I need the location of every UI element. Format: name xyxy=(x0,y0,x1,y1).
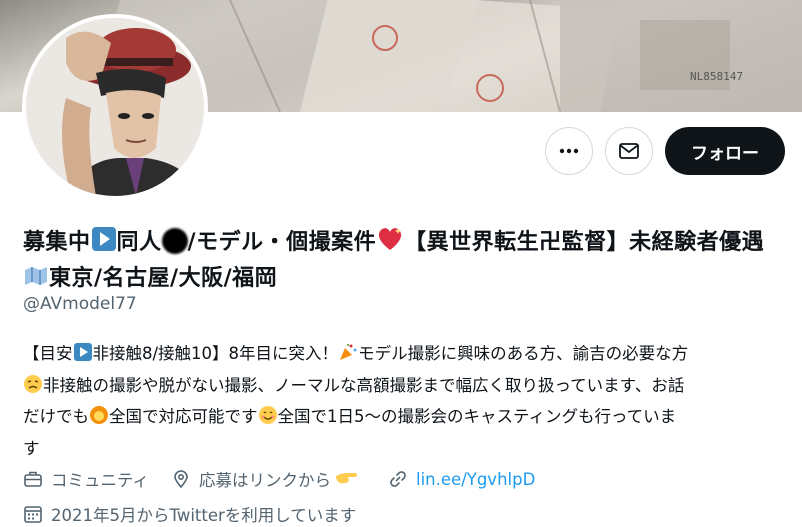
bio-l2: 非接触の撮影や脱がない撮影、ノーマルな高額撮影まで幅広く取り扱っています、お話 xyxy=(43,375,685,395)
bio-l1c: モデル撮影に興味のある方、諭吉の必要な方 xyxy=(358,344,689,363)
party-popper-emoji-icon xyxy=(338,342,358,372)
bio-l3a: だけでも xyxy=(23,407,89,426)
profile-bio: 【目安 非接触8/接触10】8年目に突入！ モデル撮影に興味のある方、諭吉の必要な方… xyxy=(23,340,793,463)
redaction-blot xyxy=(161,228,188,254)
name-part-1: 募集中 xyxy=(23,230,91,255)
more-icon xyxy=(559,148,579,154)
joined-text: 2021年5月からTwitterを利用しています xyxy=(51,506,357,525)
bio-l3b: 全国で対応可能です xyxy=(109,407,258,426)
location-pin-icon xyxy=(174,470,188,489)
calendar-icon xyxy=(24,506,42,523)
briefcase-icon xyxy=(24,471,42,487)
play-button-emoji-icon xyxy=(73,342,93,372)
sparkling-heart-emoji-icon xyxy=(376,226,404,262)
smiling-face-emoji-icon xyxy=(258,405,278,435)
bio-l1a: 【目安 xyxy=(23,344,73,363)
svg-text:NL858147: NL858147 xyxy=(690,70,743,83)
map-emoji-icon xyxy=(23,262,49,298)
person-emoji-icon xyxy=(89,405,109,435)
link-icon xyxy=(390,471,406,487)
mail-icon xyxy=(619,143,639,159)
bio-l1b: 非接触8/接触10】8年目に突入！ xyxy=(92,344,339,363)
avatar[interactable] xyxy=(22,14,208,200)
display-name: 募集中 同人/モデル・個撮案件 【異世界転生卍監督】未経験者優遇東京/名古屋/大阪/… xyxy=(23,226,788,298)
profile-joined-row: 2021年5月からTwitterを利用しています xyxy=(23,502,356,526)
bio-l4: す xyxy=(23,438,40,458)
name-part-2: 同人 xyxy=(116,230,162,255)
message-button[interactable] xyxy=(605,127,653,175)
profile-handle: @AVmodel77 xyxy=(23,294,137,314)
name-part-5: 東京/名古屋/大阪/福岡 xyxy=(49,266,278,291)
location-text: 応募はリンクから xyxy=(199,471,332,490)
bio-l3c: 全国で1日5〜の撮影会のキャスティングも行っていま xyxy=(277,407,677,426)
follow-button[interactable]: フォロー xyxy=(665,127,785,175)
pointing-hand-emoji-icon xyxy=(334,467,366,491)
profile-meta-row: コミュニティ 応募はリンクから lin.ee/YgvhlpD xyxy=(23,467,535,491)
avatar-image xyxy=(26,18,204,196)
category-text: コミュニティ xyxy=(51,471,150,490)
play-button-emoji-icon xyxy=(91,226,117,262)
name-part-4: 【異世界転生卍監督】未経験者優遇 xyxy=(404,230,765,255)
profile-link[interactable]: lin.ee/YgvhlpD xyxy=(416,470,535,489)
more-options-button[interactable] xyxy=(545,127,593,175)
tired-face-emoji-icon xyxy=(23,374,43,404)
name-part-3: /モデル・個撮案件 xyxy=(187,230,377,255)
